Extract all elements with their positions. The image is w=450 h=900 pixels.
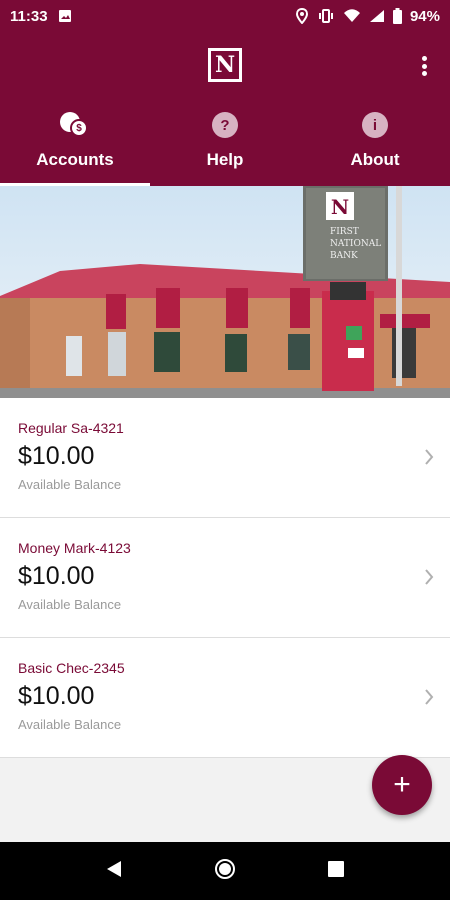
tab-about[interactable]: i About — [300, 104, 450, 186]
account-item[interactable]: Money Mark-4123 $10.00 Available Balance — [0, 518, 450, 638]
account-balance: $10.00 — [18, 682, 95, 710]
overflow-menu-icon[interactable] — [414, 52, 434, 80]
balance-label: Available Balance — [18, 597, 122, 612]
tab-bar: $ Accounts ? Help i About — [0, 104, 450, 186]
svg-text:BANK: BANK — [330, 251, 358, 261]
svg-text:FIRST: FIRST — [330, 227, 359, 237]
system-nav-bar — [0, 842, 450, 900]
balance-label: Available Balance — [18, 717, 122, 732]
account-item[interactable]: Basic Chec-2345 $10.00 Available Balance — [0, 638, 450, 758]
status-right: 94% — [295, 8, 440, 25]
account-balance: $10.00 — [18, 442, 95, 470]
image-icon — [58, 9, 72, 23]
bank-building-image: N FIRST NATIONAL BANK — [0, 186, 450, 398]
svg-text:NATIONAL: NATIONAL — [330, 239, 381, 249]
app-bar: N $ Accounts ? Help i About — [0, 32, 450, 186]
chevron-right-icon — [424, 568, 434, 591]
account-name: Money Mark-4123 — [18, 540, 131, 556]
account-list: Regular Sa-4321 $10.00 Available Balance… — [0, 398, 450, 758]
account-name: Regular Sa-4321 — [18, 420, 124, 436]
location-icon — [295, 8, 309, 24]
battery-percent: 94% — [409, 7, 440, 25]
account-item[interactable]: Regular Sa-4321 $10.00 Available Balance — [0, 398, 450, 518]
status-time: 11:33 — [10, 7, 48, 25]
question-icon: ? — [212, 112, 238, 138]
tab-label: Help — [206, 150, 244, 169]
bank-logo: N — [208, 48, 242, 82]
home-icon[interactable] — [214, 858, 236, 885]
signal-icon — [369, 9, 385, 23]
vibrate-icon — [317, 9, 335, 23]
balance-label: Available Balance — [18, 477, 122, 492]
info-icon: i — [362, 112, 388, 138]
chevron-right-icon — [424, 448, 434, 471]
tab-help[interactable]: ? Help — [150, 104, 300, 186]
back-icon[interactable] — [105, 859, 123, 884]
tab-label: About — [350, 150, 400, 169]
recents-icon[interactable] — [327, 860, 345, 883]
tab-accounts[interactable]: $ Accounts — [0, 104, 150, 186]
account-balance: $10.00 — [18, 562, 95, 590]
wifi-icon — [343, 9, 361, 23]
status-bar: 11:33 94% — [0, 0, 450, 32]
chevron-right-icon — [424, 688, 434, 711]
account-name: Basic Chec-2345 — [18, 660, 125, 676]
coins-icon: $ — [60, 112, 90, 138]
battery-icon — [392, 8, 402, 24]
add-account-button[interactable]: + — [372, 755, 432, 815]
tab-label: Accounts — [36, 150, 114, 169]
svg-text:N: N — [331, 195, 349, 219]
